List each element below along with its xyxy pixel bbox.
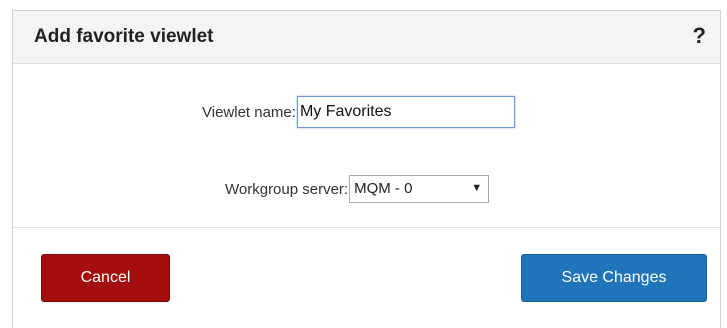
add-favorite-viewlet-dialog: Add favorite viewlet ? Viewlet name: Wor… <box>12 10 721 328</box>
workgroup-server-row: Workgroup server: MQM - 0 ▼ <box>225 175 490 203</box>
viewlet-name-label: Viewlet name: <box>202 103 296 121</box>
save-changes-button[interactable]: Save Changes <box>521 254 707 302</box>
workgroup-server-label: Workgroup server: <box>225 180 349 198</box>
cancel-button[interactable]: Cancel <box>41 254 170 302</box>
viewlet-name-input[interactable] <box>296 96 515 128</box>
workgroup-server-select[interactable]: MQM - 0 ▼ <box>349 175 490 203</box>
dialog-header: Add favorite viewlet ? <box>13 11 720 64</box>
footer-divider <box>13 227 720 228</box>
chevron-down-icon: ▼ <box>471 182 483 194</box>
help-icon[interactable]: ? <box>693 23 706 49</box>
workgroup-server-selected-value: MQM - 0 <box>354 180 413 197</box>
viewlet-name-row: Viewlet name: <box>202 96 515 128</box>
dialog-title: Add favorite viewlet <box>34 26 214 47</box>
